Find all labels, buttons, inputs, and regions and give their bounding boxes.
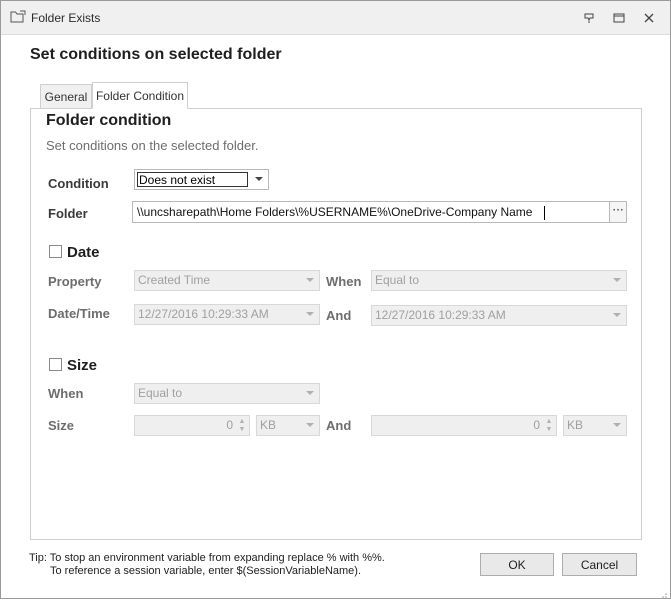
chevron-down-icon <box>613 313 621 317</box>
window-title: Folder Exists <box>31 11 101 25</box>
condition-value: Does not exist <box>137 172 248 187</box>
date-when-select[interactable]: Equal to <box>371 270 627 291</box>
date-when-value: Equal to <box>375 273 420 287</box>
size-value: 0 <box>226 418 233 432</box>
size-and-value: 0 <box>533 418 540 432</box>
chevron-down-icon <box>306 423 314 427</box>
size-group-title: Size <box>67 357 98 374</box>
property-value: Created Time <box>138 273 211 287</box>
dialog-heading: Set conditions on selected folder <box>30 46 282 63</box>
folder-path-value: \\uncsharepath\Home Folders\%USERNAME%\O… <box>137 205 533 219</box>
ok-button[interactable]: OK <box>480 553 554 576</box>
datetime-value: 12/27/2016 10:29:33 AM <box>138 307 269 321</box>
datetime-and-picker[interactable]: 12/27/2016 10:29:33 AM <box>371 305 627 326</box>
size-when-select[interactable]: Equal to <box>134 383 320 404</box>
tip-line-1: Tip: To stop an environment variable fro… <box>29 552 385 564</box>
size-unit-select[interactable]: KB <box>256 415 320 436</box>
help-icon[interactable] <box>579 9 599 27</box>
tab-folder-condition[interactable]: Folder Condition <box>92 82 188 109</box>
maximize-icon[interactable] <box>609 9 629 27</box>
chevron-down-icon <box>306 391 314 395</box>
tip-line-2: To reference a session variable, enter $… <box>50 565 362 577</box>
chevron-down-icon <box>255 177 263 181</box>
size-label: Size <box>48 418 75 433</box>
tip-text: Tip: To stop an environment variable fro… <box>29 552 385 578</box>
close-icon[interactable] <box>639 9 659 27</box>
size-and-stepper[interactable]: 0 ▲ ▼ <box>371 415 557 436</box>
spin-arrows-icon: ▲ ▼ <box>545 418 553 433</box>
spin-arrows-icon: ▲ ▼ <box>238 418 246 433</box>
size-stepper[interactable]: 0 ▲ ▼ <box>134 415 250 436</box>
tab-general[interactable]: General <box>40 84 92 108</box>
date-group-title: Date <box>67 244 100 261</box>
size-and-unit-select[interactable]: KB <box>563 415 627 436</box>
datetime-label: Date/Time <box>48 306 110 321</box>
resize-grip-icon[interactable] <box>660 588 668 598</box>
size-when-value: Equal to <box>138 386 183 400</box>
date-checkbox[interactable] <box>49 245 62 258</box>
size-unit-value: KB <box>260 418 277 432</box>
text-cursor <box>543 205 545 220</box>
section-title: Folder condition <box>46 112 172 129</box>
dialog-window: Folder Exists Set conditions on selected… <box>0 0 671 599</box>
title-bar: Folder Exists <box>1 1 670 35</box>
folder-path-input[interactable]: \\uncsharepath\Home Folders\%USERNAME%\O… <box>132 201 610 223</box>
datetime-picker[interactable]: 12/27/2016 10:29:33 AM <box>134 304 320 325</box>
folder-icon <box>10 10 26 24</box>
property-label: Property <box>48 274 102 289</box>
condition-label: Condition <box>48 176 109 191</box>
cancel-button[interactable]: Cancel <box>562 553 637 576</box>
section-description: Set conditions on the selected folder. <box>46 138 259 153</box>
datetime-and-value: 12/27/2016 10:29:33 AM <box>375 308 506 322</box>
chevron-down-icon <box>306 278 314 282</box>
property-select[interactable]: Created Time <box>134 270 320 291</box>
chevron-down-icon <box>613 423 621 427</box>
chevron-down-icon <box>306 312 314 316</box>
size-when-label: When <box>48 386 84 401</box>
date-when-label: When <box>326 274 362 289</box>
size-checkbox[interactable] <box>49 358 62 371</box>
condition-select[interactable]: Does not exist <box>134 169 269 190</box>
browse-button[interactable]: ··· <box>609 201 627 223</box>
chevron-down-icon <box>613 278 621 282</box>
folder-label: Folder <box>48 206 88 221</box>
size-and-label: And <box>326 418 352 433</box>
date-and-label: And <box>326 308 352 323</box>
size-and-unit-value: KB <box>567 418 584 432</box>
